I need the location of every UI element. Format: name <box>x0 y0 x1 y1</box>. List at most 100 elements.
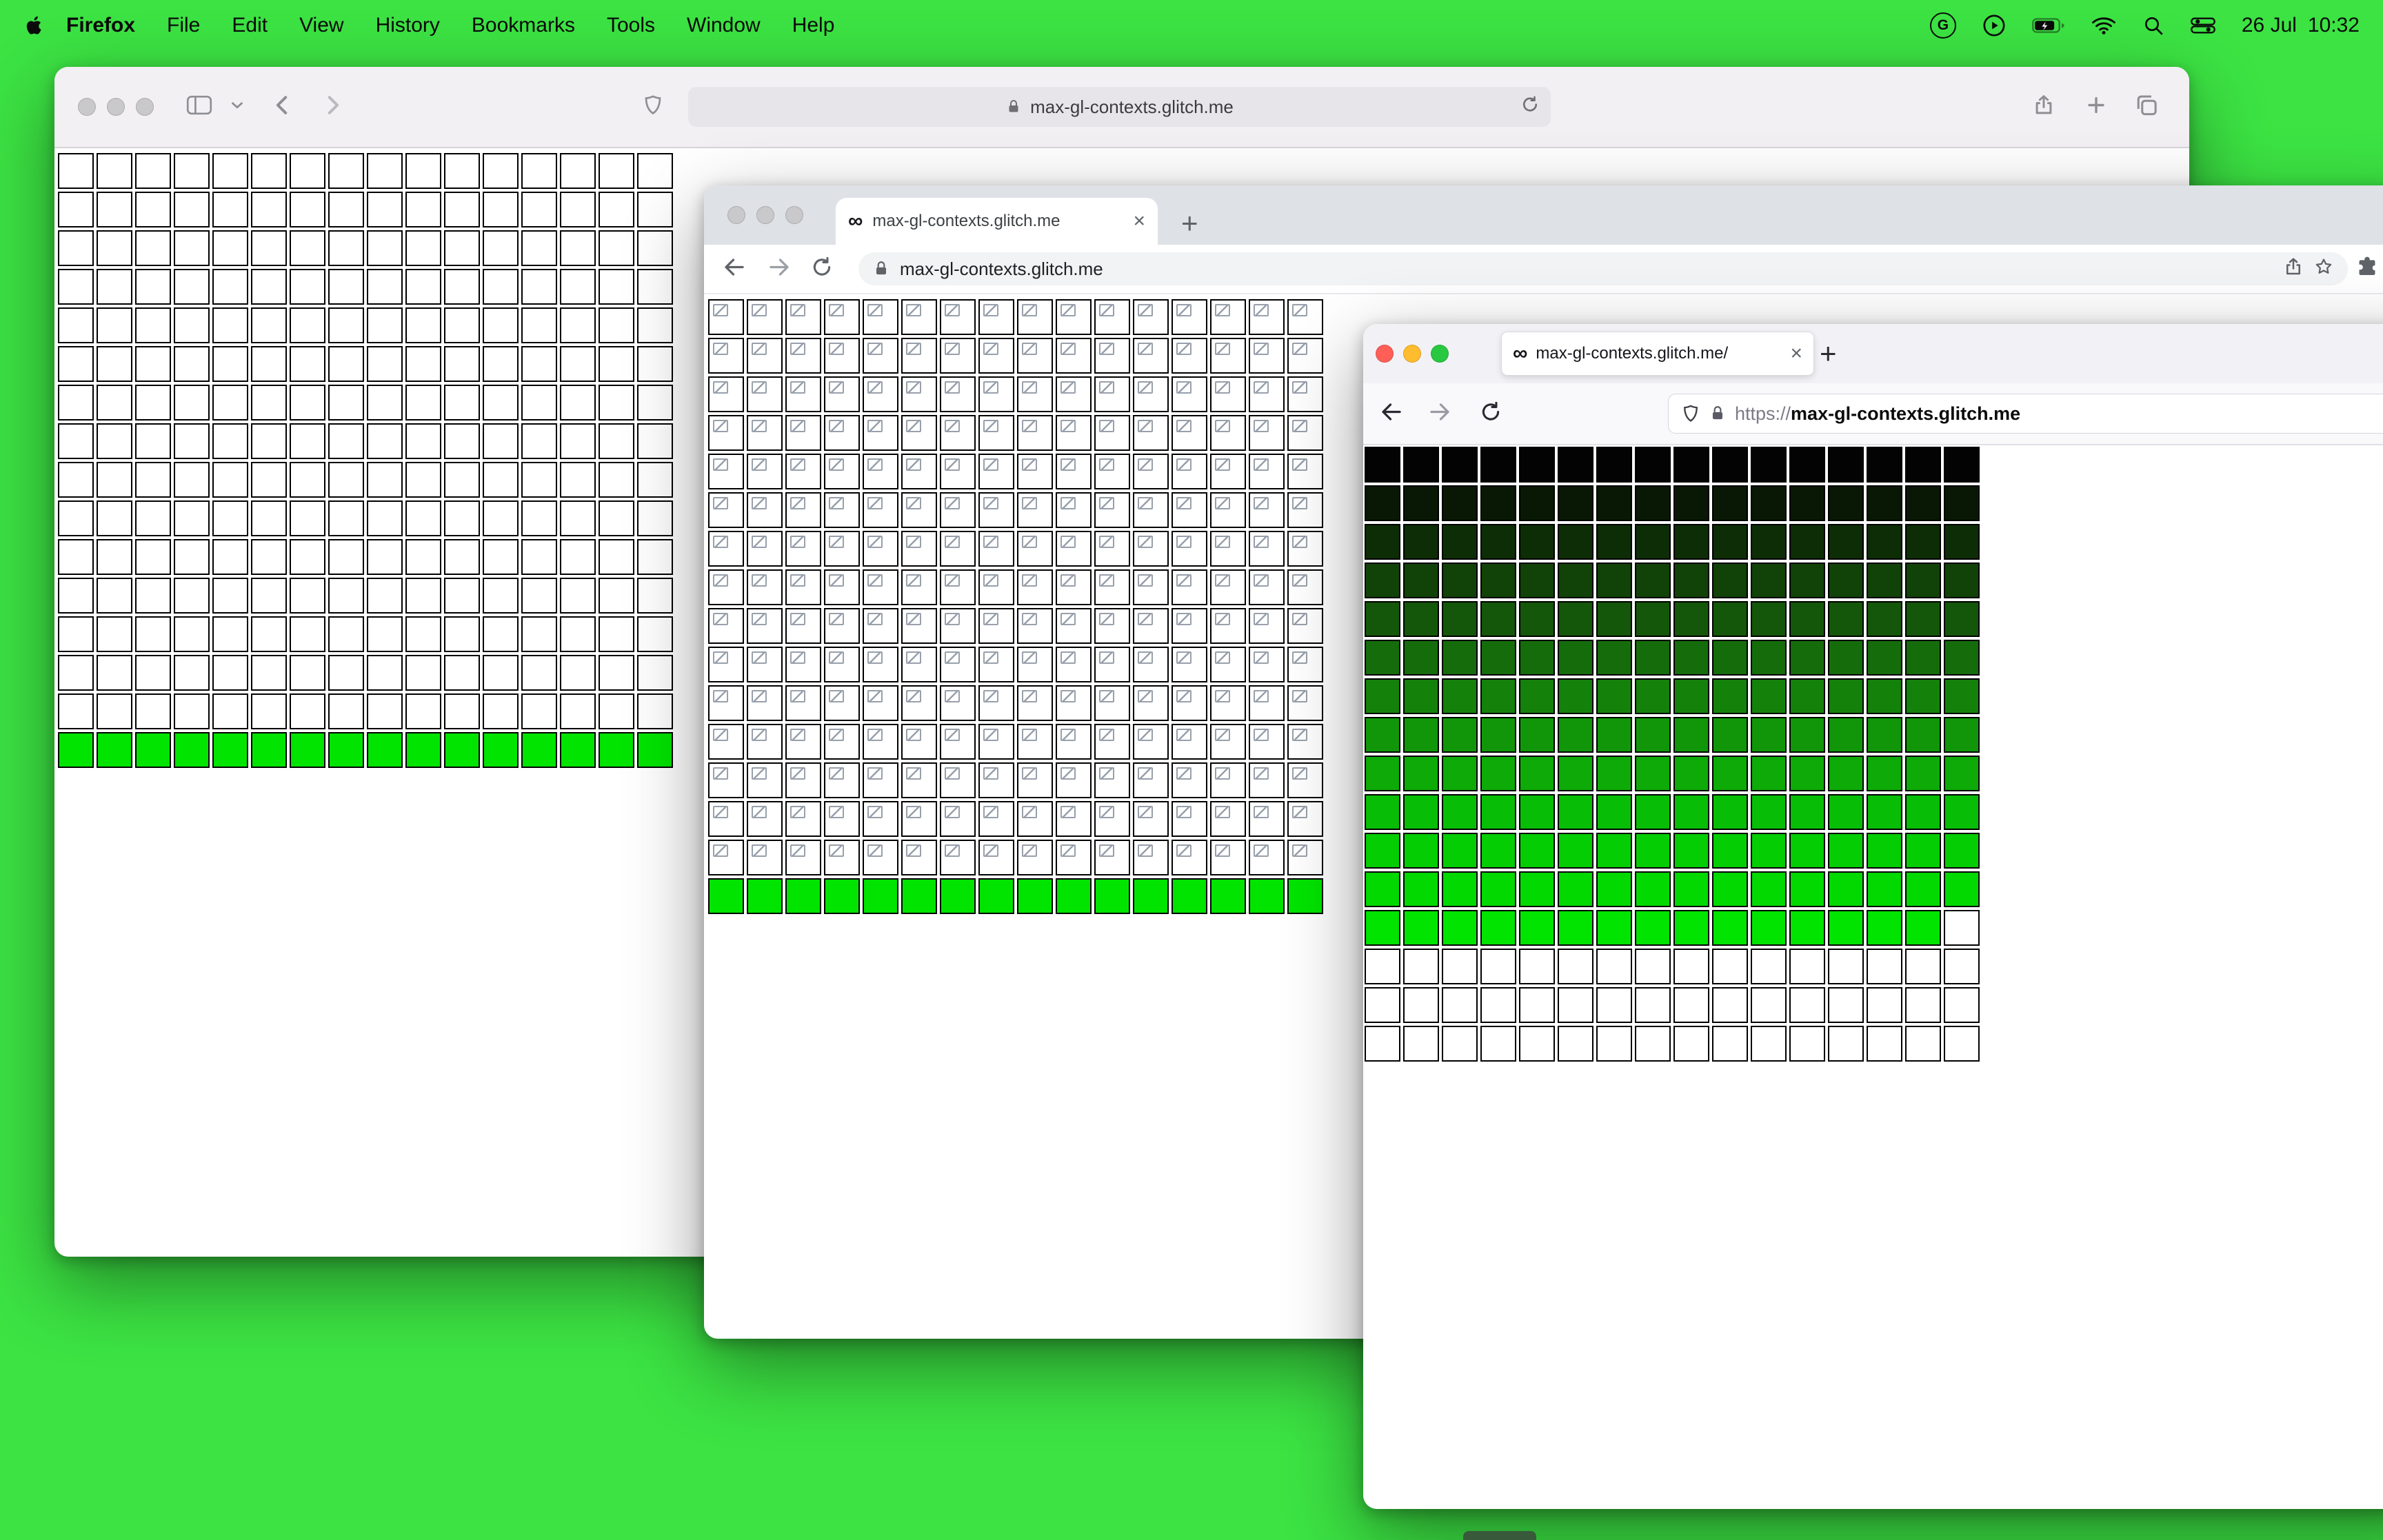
safari-address-bar[interactable]: max-gl-contexts.glitch.me <box>688 87 1551 127</box>
menubar-menu-item[interactable]: Help <box>792 14 835 37</box>
canvas-cell <box>978 840 1014 875</box>
canvas-cell <box>290 230 325 266</box>
g-badge-icon[interactable]: G <box>1929 12 1956 39</box>
share-icon[interactable] <box>2283 256 2304 282</box>
chrome-active-tab[interactable]: ∞ max-gl-contexts.glitch.me × <box>836 198 1158 245</box>
menubar-menu-item[interactable]: Window <box>687 14 761 37</box>
menubar-menu-item[interactable]: View <box>299 14 343 37</box>
canvas-cell <box>1751 601 1787 637</box>
canvas-cell <box>1210 685 1246 721</box>
canvas-cell <box>1403 794 1439 830</box>
canvas-cell <box>1210 762 1246 798</box>
canvas-cell <box>444 153 480 189</box>
forward-button[interactable] <box>1427 400 1452 428</box>
menubar-clock[interactable]: 26 Jul 10:32 <box>2242 14 2360 37</box>
tab-overview-icon[interactable] <box>2134 93 2159 121</box>
canvas-cell <box>940 647 976 682</box>
canvas-cell <box>212 269 248 305</box>
minimize-window-button[interactable] <box>756 206 774 224</box>
canvas-cell <box>367 385 403 421</box>
privacy-shield-icon[interactable] <box>642 94 664 120</box>
close-window-button[interactable] <box>1376 345 1394 363</box>
back-button[interactable] <box>271 94 294 121</box>
menubar-menu-item[interactable]: Bookmarks <box>472 14 575 37</box>
menubar-time: 10:32 <box>2307 14 2360 37</box>
apple-menu[interactable] <box>23 14 46 37</box>
play-circle-icon[interactable] <box>1982 14 2006 37</box>
close-window-button[interactable] <box>727 206 745 224</box>
canvas-cell <box>747 338 783 374</box>
canvas-cell <box>1287 415 1323 451</box>
canvas-cell <box>1172 801 1207 837</box>
canvas-cell <box>978 762 1014 798</box>
new-tab-button[interactable]: + <box>1820 339 1837 368</box>
lock-icon[interactable] <box>1709 405 1727 423</box>
canvas-cell <box>1365 1026 1400 1062</box>
canvas-cell <box>1519 987 1555 1023</box>
chevron-down-icon[interactable] <box>228 97 246 118</box>
extensions-puzzle-icon[interactable] <box>2356 256 2378 282</box>
tracking-shield-icon[interactable] <box>1681 404 1700 423</box>
canvas-cell <box>1365 717 1400 753</box>
canvas-cell <box>290 307 325 343</box>
minimize-window-button[interactable] <box>107 98 125 116</box>
sidebar-icon[interactable] <box>186 94 212 120</box>
chrome-address-bar[interactable]: max-gl-contexts.glitch.me <box>858 252 2348 285</box>
back-button[interactable] <box>722 255 747 283</box>
canvas-cell <box>1789 563 1825 598</box>
back-button[interactable] <box>1379 400 1404 428</box>
canvas-cell <box>1596 794 1632 830</box>
canvas-cell <box>1712 678 1748 714</box>
canvas-cell <box>1867 447 1902 483</box>
firefox-active-tab[interactable]: ∞ max-gl-contexts.glitch.me/ × <box>1502 332 1813 375</box>
battery-icon[interactable] <box>2031 17 2065 34</box>
canvas-cell <box>1210 531 1246 567</box>
canvas-cell <box>251 269 287 305</box>
firefox-page-content <box>1363 445 2383 1062</box>
canvas-cell <box>1403 717 1439 753</box>
menubar-menu-item[interactable]: File <box>167 14 200 37</box>
dock-edge[interactable] <box>1463 1531 1536 1540</box>
canvas-cell <box>863 376 898 412</box>
firefox-address-bar[interactable]: https://max-gl-contexts.glitch.me <box>1669 394 2383 433</box>
new-tab-icon[interactable] <box>2084 94 2108 121</box>
canvas-cell <box>1635 1026 1671 1062</box>
canvas-cell <box>901 376 937 412</box>
forward-button[interactable] <box>321 94 344 121</box>
menubar-menu-item[interactable]: Edit <box>232 14 268 37</box>
menubar-menu-item[interactable]: History <box>376 14 440 37</box>
spotlight-icon[interactable] <box>2142 14 2164 37</box>
new-tab-button[interactable]: + <box>1181 209 1198 238</box>
control-center-icon[interactable] <box>2190 17 2215 34</box>
zoom-window-button[interactable] <box>785 206 803 224</box>
reload-button[interactable] <box>1479 401 1502 427</box>
menubar-app-name[interactable]: Firefox <box>66 14 135 37</box>
forward-button[interactable] <box>767 255 792 283</box>
canvas-cell <box>1867 524 1902 560</box>
reload-button[interactable] <box>810 256 834 283</box>
wifi-icon[interactable] <box>2091 16 2116 35</box>
canvas-cell <box>483 616 519 652</box>
canvas-cell <box>1828 447 1864 483</box>
menubar-menu-item[interactable]: Tools <box>607 14 655 37</box>
canvas-cell <box>212 616 248 652</box>
canvas-cell <box>58 269 94 305</box>
reload-icon[interactable] <box>1520 95 1540 119</box>
canvas-cell <box>1094 878 1130 914</box>
canvas-cell <box>1442 485 1478 521</box>
close-tab-button[interactable]: × <box>1790 343 1802 364</box>
zoom-window-button[interactable] <box>136 98 154 116</box>
canvas-cell <box>1712 717 1748 753</box>
canvas-cell <box>1017 299 1053 335</box>
bookmark-star-icon[interactable] <box>2313 256 2334 282</box>
lock-icon <box>1009 100 1018 112</box>
canvas-cell <box>785 724 821 760</box>
close-tab-button[interactable]: × <box>1133 211 1145 232</box>
minimize-window-button[interactable] <box>1403 345 1421 363</box>
share-icon[interactable] <box>2032 94 2055 121</box>
canvas-cell <box>521 655 557 691</box>
canvas-cell <box>599 578 634 614</box>
canvas-cell <box>1558 949 1593 984</box>
zoom-window-button[interactable] <box>1431 345 1449 363</box>
close-window-button[interactable] <box>78 98 96 116</box>
